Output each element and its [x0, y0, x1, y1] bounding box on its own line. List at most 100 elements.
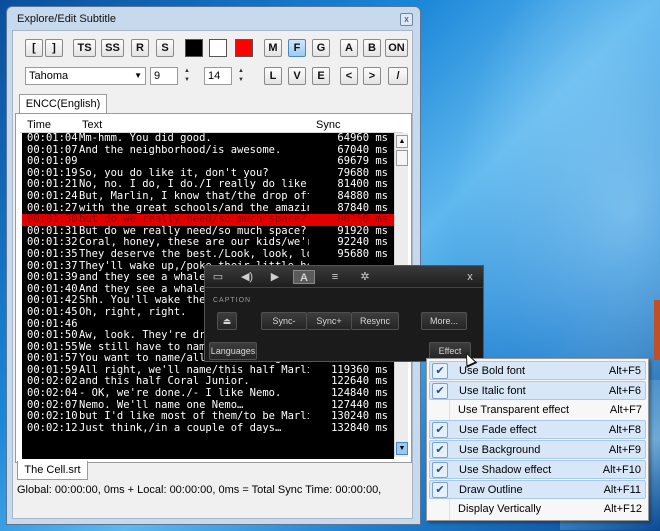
menu-item-label: Use Italic font [459, 384, 526, 397]
menu-item-shortcut: Alt+F10 [602, 464, 641, 476]
font-icon[interactable]: A [293, 270, 315, 284]
column-header: Time Text Sync [20, 117, 403, 133]
scroll-thumb[interactable] [396, 150, 408, 166]
desktop-window-edge [654, 300, 660, 360]
ss-button[interactable]: SS [101, 39, 124, 57]
player-toolbar: ▭ ◀) ▶ A ≡ ✲ x [205, 266, 483, 288]
menu-item-shortcut: Alt+F12 [603, 502, 642, 515]
r-button[interactable]: R [131, 39, 149, 57]
font-size-stepper[interactable]: ▲ ▼ [181, 67, 193, 85]
arrow-down-icon[interactable]: ▼ [181, 76, 193, 85]
column-text[interactable]: Text [82, 119, 102, 131]
ts-button[interactable]: TS [73, 39, 96, 57]
table-row[interactable]: 00:02:04- OK, we're done./- I like Nemo.… [22, 387, 394, 400]
row-text: But do we really need/so much space? [79, 225, 307, 237]
row-time: 00:01:24 [27, 189, 78, 202]
a-button[interactable]: A [340, 39, 358, 57]
arrow-down-icon[interactable]: ▼ [235, 76, 247, 85]
l-button[interactable]: L [264, 67, 282, 85]
tab-encc-english[interactable]: ENCC(English) [19, 94, 107, 114]
row-time: 00:01:39 [27, 271, 78, 284]
languages-button[interactable]: Languages [209, 342, 257, 360]
next-button[interactable]: > [363, 67, 381, 85]
eject-button[interactable]: ⏏ [217, 312, 237, 330]
close-button[interactable]: x [400, 13, 413, 26]
menu-item[interactable]: ✔ Use Fade effect Alt+F8 [429, 420, 646, 440]
menu-item[interactable]: ✔ Use Background Alt+F9 [429, 440, 646, 460]
row-time: 00:02:04 [27, 387, 78, 400]
screen-icon[interactable]: ▭ [211, 270, 225, 284]
play-icon[interactable]: ▶ [268, 270, 282, 284]
status-bar: Global: 00:00:00, 0ms + Local: 00:00:00,… [17, 484, 382, 496]
f-button[interactable]: F [288, 39, 306, 57]
font-size-input[interactable]: 9 [150, 67, 178, 85]
menu-item[interactable]: Use Transparent effect Alt+F7 [429, 401, 646, 420]
arrow-up-icon[interactable]: ▲ [181, 67, 193, 76]
font-select[interactable]: Tahoma ▼ [25, 67, 146, 85]
table-row[interactable]: 00:01:24 But, Marlin, I know that/the dro… [22, 189, 394, 203]
table-row[interactable]: 00:01:35 They deserve the best./Look, loo… [22, 247, 394, 261]
row-text: but do we really need/so much space? [79, 214, 307, 226]
on-button[interactable]: ON [385, 39, 408, 57]
g-button[interactable]: G [312, 39, 330, 57]
row-time: 00:01:30 [27, 213, 78, 226]
close-icon[interactable]: x [463, 270, 477, 284]
menu-item-shortcut: Alt+F5 [608, 365, 641, 377]
menu-item-label: Use Background [459, 444, 541, 457]
column-sync[interactable]: Sync [316, 119, 340, 131]
e-button[interactable]: E [312, 67, 330, 85]
table-row[interactable]: 00:02:12 Just think,/in a couple of days…… [22, 422, 394, 435]
menu-item[interactable]: ✔ Use Italic font Alt+F6 [429, 380, 646, 400]
volume-icon[interactable]: ◀) [240, 270, 254, 284]
scroll-down-icon[interactable]: ▼ [396, 442, 408, 455]
m-button[interactable]: M [264, 39, 282, 57]
row-sync: 95680 ms [337, 247, 388, 260]
menu-item[interactable]: ✔ Use Bold font Alt+F5 [429, 361, 646, 380]
slash-button[interactable]: / [388, 67, 408, 85]
menu-item[interactable]: ✔ Use Shadow effect Alt+F10 [429, 460, 646, 479]
table-row[interactable]: 00:01:04 Mm-hmm. You did good. 64960 ms [22, 133, 394, 145]
row-text: And the neighborhood/is awesome. [79, 144, 282, 156]
outline-size-input[interactable]: 14 [204, 67, 232, 85]
bracket-open-button[interactable]: [ [25, 39, 43, 57]
color-swatch-red[interactable] [235, 39, 253, 57]
outline-size-stepper[interactable]: ▲ ▼ [235, 67, 247, 85]
previous-button[interactable]: < [340, 67, 358, 85]
menu-item[interactable]: ✔ Draw Outline Alt+F11 [429, 479, 646, 499]
checkmark-icon: ✔ [432, 422, 448, 439]
window-title: Explore/Edit Subtitle [17, 13, 117, 25]
v-button[interactable]: V [288, 67, 306, 85]
b-button[interactable]: B [363, 39, 381, 57]
sync-plus-button[interactable]: Sync+ [307, 312, 351, 330]
scroll-up-icon[interactable]: ▲ [396, 135, 408, 148]
column-time[interactable]: Time [27, 119, 51, 131]
gear-icon[interactable]: ✲ [358, 270, 372, 284]
effect-context-menu: ✔ Use Bold font Alt+F5 ✔ Use Italic font Alt+… [426, 358, 649, 521]
color-swatch-black[interactable] [185, 39, 203, 57]
row-sync: 124840 ms [331, 387, 388, 400]
checkmark-icon: ✔ [432, 462, 448, 478]
row-text: They deserve the best./Look, look, look. [79, 248, 309, 260]
row-sync: 84880 ms [337, 189, 388, 202]
row-text: - OK, we're done./- I like Nemo. [79, 388, 282, 400]
menu-item-shortcut: Alt+F7 [609, 403, 642, 416]
table-row[interactable]: 00:01:30 but do we really need/so much sp… [22, 214, 394, 226]
menu-item-label: Use Fade effect [459, 424, 537, 437]
arrow-up-icon[interactable]: ▲ [235, 67, 247, 76]
menu-item-label: Display Vertically [458, 502, 542, 515]
sync-minus-button[interactable]: Sync- [261, 312, 307, 330]
more-button[interactable]: More... [421, 312, 467, 330]
row-time: 00:01:45 [27, 305, 78, 318]
resync-button[interactable]: Resync [351, 312, 399, 330]
row-text: All right, we'll name/this half Marlin J… [79, 364, 309, 376]
menu-item[interactable]: Display Vertically Alt+F12 [429, 500, 646, 519]
list-icon[interactable]: ≡ [328, 270, 342, 284]
menu-item-shortcut: Alt+F8 [608, 424, 641, 437]
checkmark-icon: ✔ [432, 363, 448, 379]
bracket-close-button[interactable]: ] [45, 39, 63, 57]
tab-file[interactable]: The Cell.srt [17, 461, 88, 480]
mini-player: ▭ ◀) ▶ A ≡ ✲ x CAPTION ⏏ Sync- Sync+ Res… [204, 265, 484, 362]
title-bar[interactable]: Explore/Edit Subtitle x [7, 7, 420, 31]
color-swatch-white[interactable] [209, 39, 227, 57]
s-button[interactable]: S [156, 39, 174, 57]
